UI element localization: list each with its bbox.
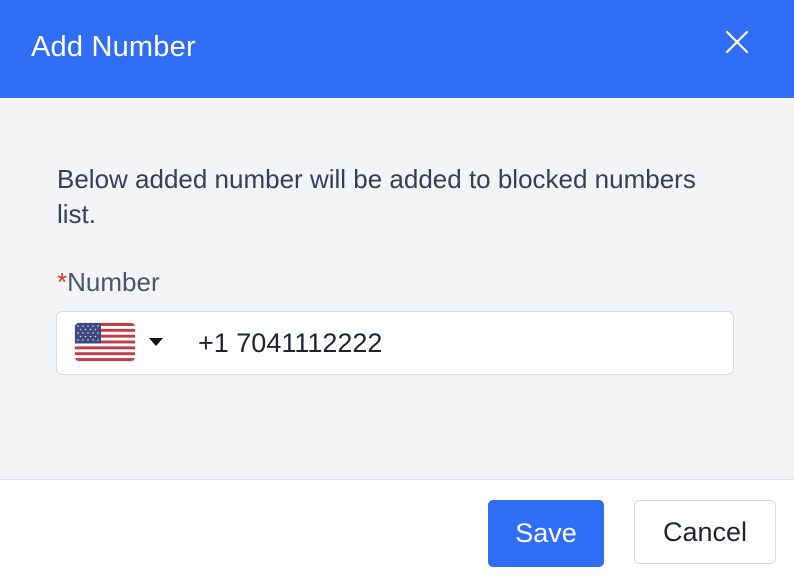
number-field-label: *Number	[57, 266, 160, 298]
dialog-body: Below added number will be added to bloc…	[0, 98, 794, 479]
save-button[interactable]: Save	[488, 500, 604, 567]
dialog-title: Add Number	[31, 31, 196, 63]
cancel-button[interactable]: Cancel	[634, 500, 776, 564]
phone-number-input[interactable]	[198, 326, 698, 360]
dialog-description: Below added number will be added to bloc…	[57, 164, 696, 229]
dialog-footer: Save Cancel	[0, 480, 794, 582]
dialog-header: Add Number	[0, 0, 794, 98]
caret-down-icon	[149, 338, 163, 346]
phone-number-field[interactable]	[56, 311, 734, 375]
close-icon	[725, 30, 749, 54]
number-label-text: Number	[67, 267, 160, 297]
us-flag-icon	[75, 323, 135, 361]
required-marker: *	[57, 267, 68, 297]
country-code-selector[interactable]	[75, 322, 175, 364]
close-button[interactable]	[718, 24, 758, 64]
add-number-dialog: Add Number Below added number will be ad…	[0, 0, 794, 582]
